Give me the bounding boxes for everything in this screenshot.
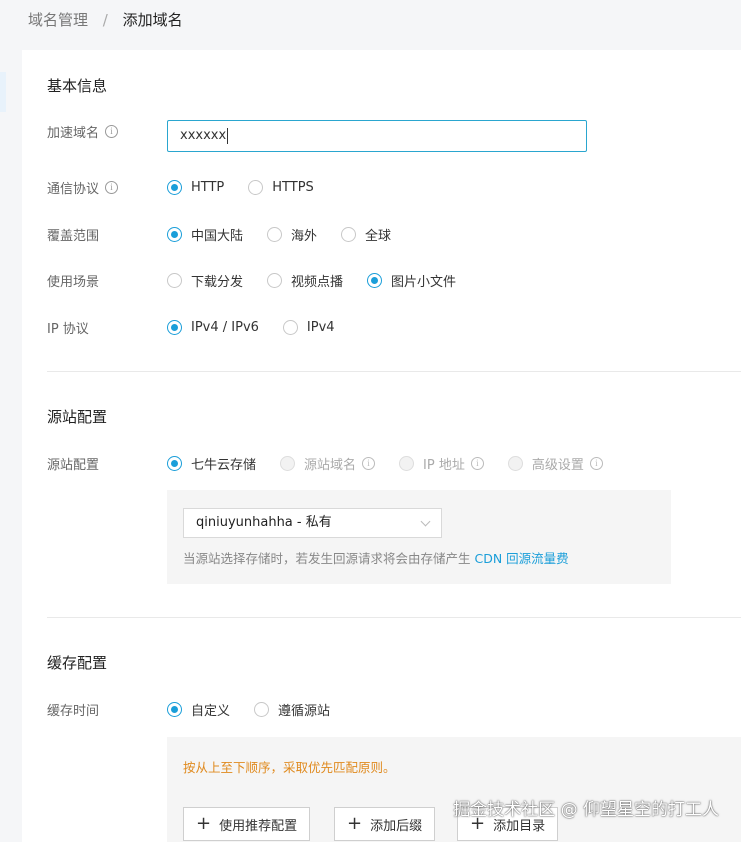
section-title-cache: 缓存配置: [47, 654, 108, 672]
radio-checked-icon: [167, 319, 182, 335]
radio-video[interactable]: 视频点播: [267, 271, 343, 290]
add-suffix-button[interactable]: + 添加后缀: [334, 807, 436, 841]
radio-label: HTTPS: [272, 179, 314, 195]
radio-advanced[interactable]: 高级设置 i: [507, 454, 603, 473]
radio-download[interactable]: 下载分发: [167, 271, 243, 290]
ip-radio-group: IPv4 / IPv6 IPv4: [167, 317, 359, 337]
form-card: [22, 50, 741, 842]
radio-label: IPv4: [306, 319, 335, 335]
cache-time-label: 缓存时间: [47, 703, 100, 719]
radio-icon: [267, 226, 283, 242]
bucket-select[interactable]: qiniuyunhahha - 私有: [183, 508, 442, 538]
radio-label: 视频点播: [291, 274, 344, 290]
origin-radio-group: 七牛云存储 源站域名 i IP 地址 i 高级设置 i: [167, 453, 627, 473]
ip-label: IP 协议: [47, 321, 89, 337]
domain-label-text: 加速域名: [47, 125, 100, 141]
radio-disabled-icon: [280, 455, 296, 471]
radio-label: 高级设置: [531, 457, 584, 473]
breadcrumb-separator: /: [102, 11, 108, 29]
origin-note-text: 当源站选择存储时，若发生回源请求将会由存储产生: [183, 551, 471, 566]
section-divider: [47, 371, 741, 372]
radio-label: 中国大陆: [191, 228, 244, 244]
radio-checked-icon: [167, 455, 182, 471]
radio-checked-icon: [167, 179, 182, 195]
radio-label: 遵循源站: [278, 703, 331, 719]
bucket-select-value: qiniuyunhahha - 私有: [196, 515, 332, 530]
section-divider: [47, 617, 741, 618]
info-icon[interactable]: i: [105, 124, 119, 138]
watermark: 掘金技术社区 @ 仰望星空的打工人: [453, 800, 719, 820]
plus-icon: +: [196, 813, 212, 834]
section-title-basic: 基本信息: [47, 77, 108, 95]
breadcrumb: 域名管理 / 添加域名: [0, 0, 741, 40]
coverage-label: 覆盖范围: [47, 228, 100, 244]
info-icon[interactable]: i: [105, 180, 119, 194]
radio-label: IP 地址: [423, 457, 465, 473]
domain-input[interactable]: xxxxxx: [167, 120, 587, 152]
scenario-label: 使用场景: [47, 274, 100, 290]
plus-icon: +: [347, 813, 363, 834]
button-label: 添加后缀: [370, 818, 423, 834]
radio-disabled-icon: [507, 455, 523, 471]
radio-label: IPv4 / IPv6: [191, 319, 259, 335]
radio-checked-icon: [167, 226, 182, 242]
breadcrumb-parent[interactable]: 域名管理: [28, 11, 88, 29]
radio-icon: [167, 272, 182, 288]
breadcrumb-current: 添加域名: [122, 11, 183, 29]
radio-follow-origin[interactable]: 遵循源站: [254, 700, 330, 719]
info-icon[interactable]: i: [362, 456, 376, 470]
scenario-radio-group: 下载分发 视频点播 图片小文件: [167, 270, 480, 290]
radio-label: 七牛云存储: [191, 457, 257, 473]
radio-checked-icon: [167, 701, 182, 717]
radio-global[interactable]: 全球: [341, 225, 391, 244]
radio-ipv4-ipv6[interactable]: IPv4 / IPv6: [167, 319, 259, 335]
radio-label: 海外: [291, 228, 318, 244]
protocol-radio-group: HTTP HTTPS: [167, 177, 338, 197]
info-icon[interactable]: i: [470, 456, 484, 470]
radio-image[interactable]: 图片小文件: [367, 271, 456, 290]
cdn-fee-link[interactable]: CDN 回源流量费: [475, 551, 569, 566]
origin-settings-panel: qiniuyunhahha - 私有 当源站选择存储时，若发生回源请求将会由存储…: [167, 490, 671, 584]
cache-radio-group: 自定义 遵循源站: [167, 699, 354, 719]
origin-label: 源站配置: [47, 457, 100, 473]
radio-label: 图片小文件: [391, 274, 457, 290]
text-caret: [227, 127, 229, 144]
radio-mainland[interactable]: 中国大陆: [167, 225, 243, 244]
radio-ip-address[interactable]: IP 地址 i: [399, 454, 484, 473]
protocol-label: 通信协议 i: [47, 177, 119, 197]
radio-label: 自定义: [191, 703, 231, 719]
radio-ipv4[interactable]: IPv4: [282, 319, 335, 335]
radio-custom[interactable]: 自定义: [167, 700, 230, 719]
info-icon[interactable]: i: [589, 456, 603, 470]
chevron-down-icon: [420, 516, 431, 527]
section-title-origin: 源站配置: [47, 408, 108, 426]
use-recommended-button[interactable]: + 使用推荐配置: [183, 807, 311, 841]
coverage-radio-group: 中国大陆 海外 全球: [167, 224, 415, 244]
radio-http[interactable]: HTTP: [167, 179, 225, 195]
origin-note: 当源站选择存储时，若发生回源请求将会由存储产生 CDN 回源流量费: [183, 548, 569, 567]
domain-input-value: xxxxxx: [180, 128, 227, 143]
protocol-label-text: 通信协议: [47, 181, 100, 197]
radio-origin-domain[interactable]: 源站域名 i: [280, 454, 376, 473]
cache-priority-note: 按从上至下顺序，采取优先匹配原则。: [183, 760, 396, 775]
radio-icon: [267, 272, 283, 288]
radio-label: 源站域名: [304, 457, 357, 473]
cache-rules-panel: 按从上至下顺序，采取优先匹配原则。 + 使用推荐配置 + 添加后缀 + 添加目录: [167, 737, 741, 842]
domain-label: 加速域名 i: [47, 121, 119, 141]
radio-icon: [254, 701, 270, 717]
radio-icon: [341, 226, 357, 242]
radio-disabled-icon: [399, 455, 415, 471]
radio-icon: [282, 319, 298, 335]
radio-checked-icon: [367, 272, 383, 288]
sidebar-edge: [0, 72, 6, 112]
radio-qiniu-storage[interactable]: 七牛云存储: [167, 454, 256, 473]
radio-overseas[interactable]: 海外: [267, 225, 317, 244]
radio-label: 下载分发: [191, 274, 244, 290]
radio-label: HTTP: [191, 179, 225, 195]
radio-label: 全球: [365, 228, 392, 244]
radio-https[interactable]: HTTPS: [248, 179, 314, 195]
button-label: 使用推荐配置: [219, 818, 298, 834]
radio-icon: [248, 179, 264, 195]
